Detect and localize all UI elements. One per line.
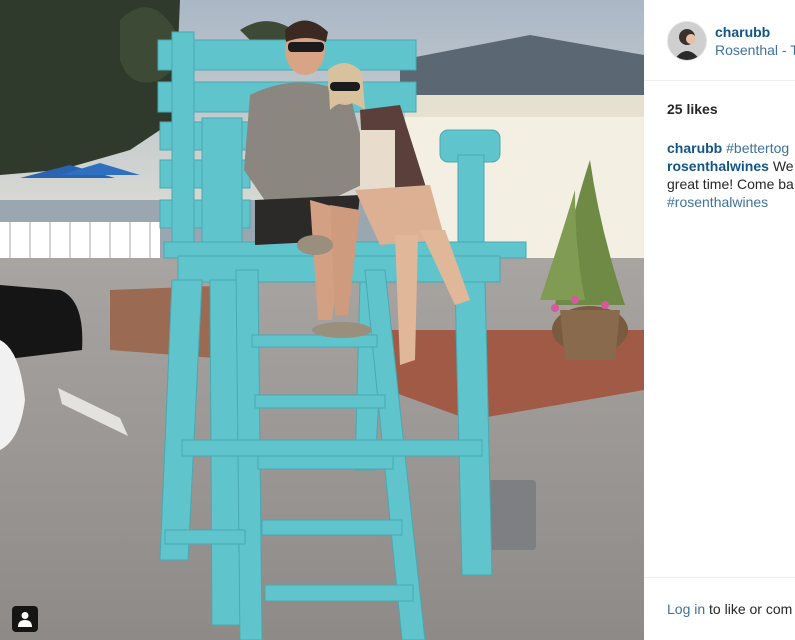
post-footer: Log in to like or com [644,577,795,640]
like-count[interactable]: 25 likes [667,101,718,117]
post-photo[interactable] [0,0,644,640]
login-prompt: Log in to like or com [667,601,792,617]
caption-hashtag[interactable]: #bettertog [726,140,789,156]
comment-text-2: great time! Come ba [667,176,794,192]
comment-text-1: We [772,158,794,174]
caption-username[interactable]: charubb [667,140,722,156]
post-header: charubb Rosenthal - T [644,0,795,81]
comment-hashtag[interactable]: #rosenthalwines [667,193,795,211]
post-username[interactable]: charubb [715,24,770,40]
profile-avatar[interactable] [667,21,707,61]
post-sidebar: charubb Rosenthal - T 25 likes charubb #… [644,0,795,640]
caption-line: charubb #bettertog [667,139,795,157]
comment-line: rosenthalwines We [667,157,795,175]
comment-list: charubb #bettertog rosenthalwines We gre… [667,139,795,211]
post-location[interactable]: Rosenthal - T [715,42,795,58]
login-prompt-text: to like or com [709,601,793,617]
comment-username[interactable]: rosenthalwines [667,158,769,174]
avatar-image [668,22,706,60]
login-link[interactable]: Log in [667,601,705,617]
photo-scene [0,0,644,640]
person-icon-glyph [18,612,32,627]
person-icon[interactable] [12,606,38,632]
